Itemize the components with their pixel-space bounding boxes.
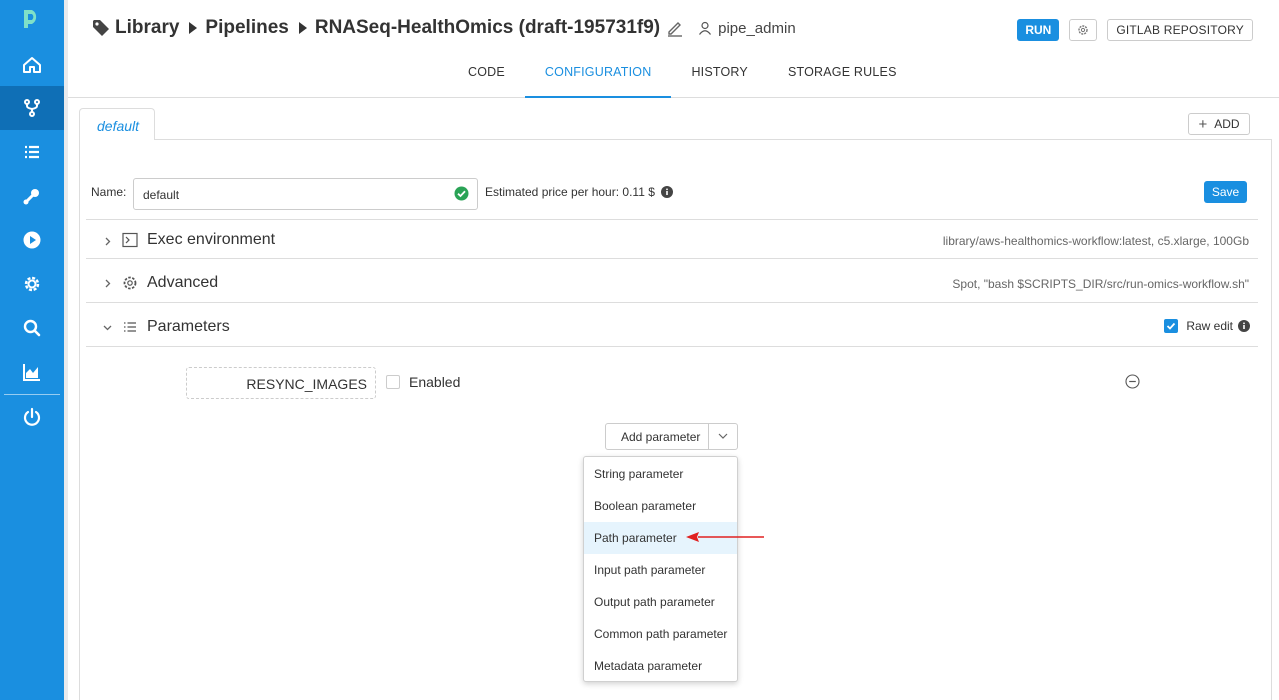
logout-power-icon	[23, 407, 41, 426]
header-actions: RUN GITLAB REPOSITORY	[1017, 19, 1253, 41]
name-label: Name:	[91, 185, 127, 199]
advanced-section[interactable]: Advanced Spot, "bash $SCRIPTS_DIR/src/ru…	[86, 258, 1258, 302]
billing-chart-icon	[23, 364, 40, 381]
breadcrumb-separator-icon	[189, 22, 198, 34]
terminal-icon	[122, 232, 138, 248]
checkmark-icon	[1167, 322, 1176, 330]
owner-name: pipe_admin	[718, 19, 796, 37]
price-value: 0.11 $	[622, 185, 655, 199]
config-tab-label: default	[97, 118, 140, 134]
tools-icon	[23, 189, 39, 205]
sidebar-gutter	[64, 0, 68, 700]
annotation-arrow-icon	[686, 532, 764, 542]
list-icon	[124, 322, 136, 332]
parameter-name-value: RESYNC_IMAGES	[246, 376, 367, 392]
sidebar-item-run[interactable]	[0, 218, 64, 262]
menu-item-input-path-parameter[interactable]: Input path parameter	[584, 554, 737, 586]
sidebar-item-search[interactable]	[0, 306, 64, 350]
gitlab-repository-button[interactable]: GITLAB REPOSITORY	[1107, 19, 1253, 41]
breadcrumb-separator-icon	[298, 22, 307, 34]
enabled-label: Enabled	[409, 374, 461, 390]
chevron-down-icon	[718, 433, 728, 439]
config-name-input[interactable]: default	[133, 178, 478, 210]
runs-list-icon	[25, 145, 39, 159]
app-logo[interactable]	[22, 8, 42, 30]
add-parameter-menu: String parameter Boolean parameter Path …	[583, 456, 738, 682]
edit-pencil-icon[interactable]	[666, 19, 684, 37]
sidebar-item-logout[interactable]	[0, 395, 64, 439]
parameter-name-field[interactable]: RESYNC_IMAGES	[186, 367, 376, 399]
owner: pipe_admin	[698, 20, 796, 37]
home-icon	[23, 57, 41, 73]
settings-icon	[24, 276, 40, 292]
tab-storage-rules[interactable]: STORAGE RULES	[768, 52, 917, 98]
raw-edit-label: Raw edit	[1186, 319, 1233, 333]
save-button[interactable]: Save	[1204, 181, 1247, 203]
breadcrumb-pipelines[interactable]: Pipelines	[205, 17, 288, 39]
gear-icon	[1078, 25, 1089, 35]
page-header: Library Pipelines RNASeq-HealthOmics (dr…	[68, 0, 1279, 98]
sidebar-item-billing[interactable]	[0, 350, 64, 394]
menu-item-boolean-parameter[interactable]: Boolean parameter	[584, 490, 737, 522]
plus-icon: +	[1198, 115, 1208, 133]
parameters-section[interactable]: Parameters Raw edit	[86, 302, 1258, 346]
parameter-enabled-toggle[interactable]: Enabled	[386, 374, 460, 390]
tag-icon	[93, 20, 109, 36]
user-icon	[699, 21, 712, 35]
run-play-icon	[23, 231, 41, 249]
add-label: ADD	[1214, 117, 1240, 131]
add-parameter-button[interactable]: Add parameter	[606, 424, 710, 449]
pipeline-settings-button[interactable]	[1069, 19, 1098, 41]
menu-item-output-path-parameter[interactable]: Output path parameter	[584, 586, 737, 618]
sidebar-item-pipelines[interactable]	[0, 86, 64, 130]
exec-environment-section[interactable]: Exec environment library/aws-healthomics…	[86, 219, 1258, 263]
enabled-checkbox[interactable]	[386, 375, 400, 389]
sidebar-item-home[interactable]	[0, 43, 64, 87]
config-name-value: default	[143, 188, 180, 202]
chevron-right-icon[interactable]	[103, 237, 112, 246]
menu-item-common-path-parameter[interactable]: Common path parameter	[584, 618, 737, 650]
advanced-summary: Spot, "bash $SCRIPTS_DIR/src/run-omics-w…	[952, 277, 1249, 291]
estimated-price: Estimated price per hour: 0.11 $	[485, 185, 673, 199]
config-tab-default[interactable]: default	[79, 108, 155, 140]
raw-edit-checkbox[interactable]	[1164, 319, 1179, 333]
remove-parameter-icon[interactable]	[1125, 374, 1140, 389]
add-configuration-button[interactable]: + ADD	[1188, 113, 1250, 135]
exec-environment-summary: library/aws-healthomics-workflow:latest,…	[942, 234, 1249, 248]
chevron-down-icon[interactable]	[103, 323, 112, 332]
add-parameter-control: Add parameter	[605, 423, 739, 450]
tab-code[interactable]: CODE	[448, 52, 525, 98]
info-icon[interactable]	[1238, 320, 1250, 332]
gear-icon	[123, 276, 137, 290]
add-parameter-dropdown-toggle[interactable]	[709, 424, 737, 449]
breadcrumb: Library Pipelines RNASeq-HealthOmics (dr…	[92, 17, 796, 39]
raw-edit-toggle[interactable]: Raw edit	[1164, 319, 1250, 333]
sidebar-item-runs[interactable]	[0, 130, 64, 174]
parameters-title: Parameters	[147, 318, 230, 335]
menu-item-metadata-parameter[interactable]: Metadata parameter	[584, 650, 737, 682]
section-divider	[86, 346, 1258, 347]
pipelines-icon	[24, 99, 40, 117]
search-icon	[23, 319, 41, 337]
info-icon[interactable]	[660, 186, 673, 198]
pipeline-title: RNASeq-HealthOmics (draft-195731f9)	[314, 17, 661, 38]
exec-environment-title: Exec environment	[147, 231, 276, 248]
chevron-right-icon[interactable]	[103, 279, 112, 288]
advanced-title: Advanced	[147, 274, 219, 291]
price-label: Estimated price per hour:	[485, 185, 620, 199]
run-button[interactable]: RUN	[1017, 19, 1060, 41]
sidebar	[0, 0, 64, 700]
tab-configuration[interactable]: CONFIGURATION	[524, 52, 672, 98]
sidebar-item-settings[interactable]	[0, 262, 64, 306]
breadcrumb-library[interactable]: Library	[115, 17, 179, 39]
menu-item-string-parameter[interactable]: String parameter	[584, 458, 737, 490]
pipeline-tabs: CODE CONFIGURATION HISTORY STORAGE RULES	[448, 52, 917, 98]
tab-history[interactable]: HISTORY	[671, 52, 768, 98]
sidebar-item-tools[interactable]	[0, 174, 64, 218]
valid-check-icon	[454, 186, 469, 201]
